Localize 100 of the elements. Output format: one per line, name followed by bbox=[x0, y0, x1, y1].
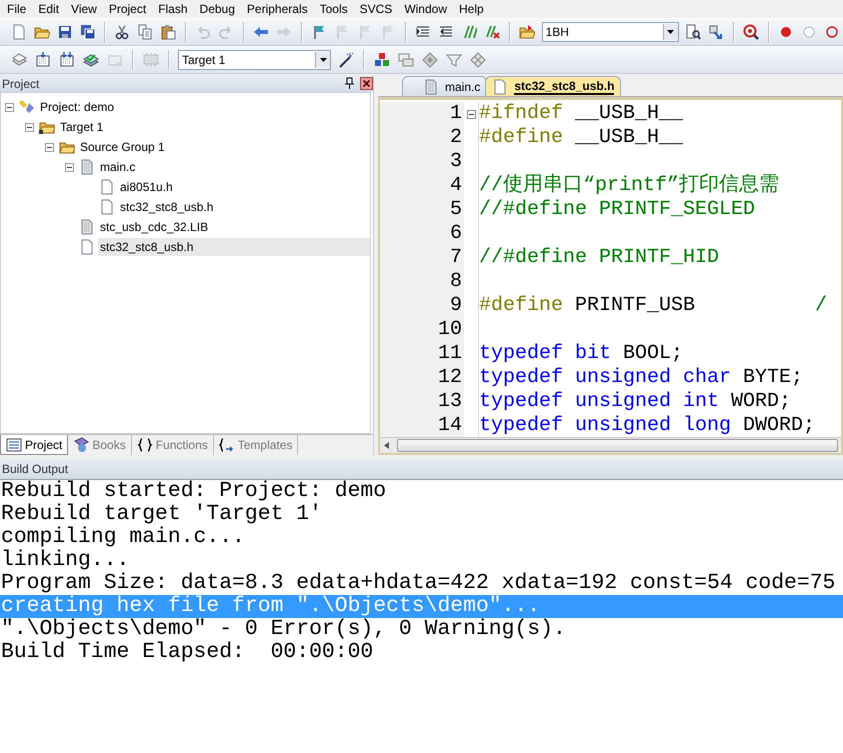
paste-icon bbox=[160, 24, 176, 40]
build-icon bbox=[35, 52, 51, 68]
template-icon bbox=[218, 437, 235, 453]
editor-tab[interactable]: main.c bbox=[402, 76, 488, 96]
menu-item[interactable]: SVCS bbox=[354, 2, 400, 16]
tree-item[interactable]: stc32_stc8_usb.h bbox=[118, 198, 370, 216]
collapse-icon[interactable] bbox=[45, 142, 54, 152]
breakpoint-outline-icon bbox=[824, 24, 840, 40]
menu-item[interactable]: Project bbox=[104, 2, 154, 16]
rebuild-icon bbox=[59, 52, 75, 68]
tree-item[interactable]: stc32_stc8_usb.h bbox=[98, 238, 370, 256]
braces-icon bbox=[136, 437, 153, 453]
menu-item[interactable]: Peripherals bbox=[242, 2, 315, 16]
output-line[interactable]: linking... bbox=[0, 549, 843, 572]
code-line: #define __USB_H__ bbox=[479, 126, 684, 150]
project-icon bbox=[6, 436, 22, 452]
funnel-icon bbox=[446, 52, 462, 68]
dropdown-field[interactable]: Target 1 bbox=[178, 50, 331, 70]
close-icon[interactable] bbox=[360, 77, 373, 90]
tree-item[interactable]: ai8051u.h bbox=[118, 178, 370, 196]
panel-title: Project bbox=[2, 76, 40, 90]
line-number: 9 bbox=[380, 294, 464, 318]
tree-item[interactable]: Project: demo bbox=[38, 98, 370, 116]
file-icon bbox=[99, 199, 115, 215]
output-line[interactable]: Rebuild started: Project: demo bbox=[0, 480, 843, 503]
code-line: typedef unsigned long DWORD; bbox=[479, 414, 816, 437]
menu-item[interactable]: Edit bbox=[33, 2, 66, 16]
menu-item[interactable]: Debug bbox=[194, 2, 242, 16]
menu-item[interactable]: Tools bbox=[314, 2, 355, 16]
copy-icon bbox=[137, 24, 154, 40]
open-folder-icon bbox=[519, 24, 536, 40]
menu-item[interactable]: Window bbox=[399, 2, 454, 16]
pin-icon[interactable] bbox=[345, 77, 354, 89]
books-icon bbox=[73, 437, 90, 453]
line-number: 7 bbox=[380, 246, 464, 270]
components-icon bbox=[374, 52, 390, 68]
code-line: //#define PRINTF_SEGLED bbox=[479, 198, 756, 222]
collapse-icon[interactable] bbox=[466, 110, 476, 118]
dropdown-arrow-icon bbox=[320, 58, 326, 62]
back-arrow-icon bbox=[253, 24, 270, 40]
magic-wand-icon bbox=[338, 52, 354, 68]
panel-tab[interactable]: Functions bbox=[132, 435, 214, 455]
collapse-icon[interactable] bbox=[5, 102, 14, 112]
line-number: 10 bbox=[380, 318, 464, 342]
file-icon bbox=[99, 179, 115, 195]
output-line[interactable]: Rebuild target 'Target 1' bbox=[0, 503, 843, 526]
find-in-files-icon bbox=[685, 24, 702, 40]
output-line[interactable]: Build Time Elapsed: 00:00:00 bbox=[0, 641, 843, 664]
output-line[interactable]: ".\Objects\demo" - 0 Error(s), 0 Warning(s). bbox=[0, 618, 843, 641]
line-number: 2 bbox=[380, 126, 464, 150]
editor-tab[interactable]: stc32_stc8_usb.h bbox=[485, 76, 622, 96]
menu-item[interactable]: File bbox=[2, 2, 34, 16]
line-number: 5 bbox=[380, 198, 464, 222]
line-number: 14 bbox=[380, 414, 464, 437]
tree-item[interactable]: Source Group 1 bbox=[78, 138, 370, 156]
diamond-icon bbox=[422, 52, 438, 68]
dropdown-arrow-icon bbox=[667, 30, 674, 34]
uncomment-icon bbox=[484, 24, 500, 40]
debug-icon bbox=[743, 24, 760, 40]
tree-item[interactable]: stc_usb_cdc_32.LIB bbox=[98, 218, 370, 236]
forward-arrow-icon bbox=[276, 24, 292, 40]
collapse-icon[interactable] bbox=[25, 122, 34, 132]
line-number: 11 bbox=[380, 342, 464, 366]
batch-build-icon bbox=[83, 52, 99, 68]
horizontal-scrollbar[interactable] bbox=[380, 437, 841, 453]
file-icon bbox=[79, 239, 95, 255]
save-icon bbox=[56, 24, 72, 40]
output-line[interactable]: Program Size: data=8.3 edata+hdata=422 xdata=192 const=54 code=75 bbox=[0, 572, 843, 595]
menu-item[interactable]: Help bbox=[454, 2, 491, 16]
new-file-icon bbox=[10, 24, 26, 40]
network-icon bbox=[470, 52, 486, 68]
save-all-icon bbox=[80, 24, 96, 40]
menu-item[interactable]: View bbox=[66, 2, 104, 16]
windows-icon bbox=[398, 52, 414, 68]
line-number: 1 bbox=[380, 102, 464, 126]
file-icon bbox=[492, 78, 508, 94]
dropdown-field[interactable]: 1BH bbox=[542, 22, 679, 42]
code-line: typedef unsigned char BYTE; bbox=[479, 366, 804, 390]
line-number: 12 bbox=[380, 366, 464, 390]
line-number: 4 bbox=[380, 174, 464, 198]
line-number: 13 bbox=[380, 390, 464, 414]
file-icon bbox=[79, 159, 95, 175]
output-line[interactable]: compiling main.c... bbox=[0, 526, 843, 549]
panel-tab[interactable]: Project bbox=[0, 435, 68, 455]
line-number: 8 bbox=[380, 270, 464, 294]
panel-tab[interactable]: Templates bbox=[214, 435, 298, 455]
file-icon bbox=[423, 78, 439, 94]
project-icon bbox=[19, 99, 35, 115]
code-line: #ifndef __USB_H__ bbox=[479, 102, 684, 126]
tree-item[interactable]: main.c bbox=[98, 158, 370, 176]
panel-tab[interactable]: Books bbox=[68, 435, 132, 455]
menu-item[interactable]: Flash bbox=[153, 2, 195, 16]
disabled-breakpoint-icon bbox=[801, 24, 818, 40]
collapse-icon[interactable] bbox=[65, 162, 74, 172]
file-icon bbox=[79, 219, 95, 235]
tree-item[interactable]: Target 1 bbox=[58, 118, 370, 136]
panel-title: Build Output bbox=[0, 459, 843, 480]
load-icon bbox=[143, 52, 159, 68]
code-line: #define PRINTF_USB / bbox=[479, 294, 828, 318]
code-line: //#define PRINTF_HID bbox=[479, 246, 720, 270]
